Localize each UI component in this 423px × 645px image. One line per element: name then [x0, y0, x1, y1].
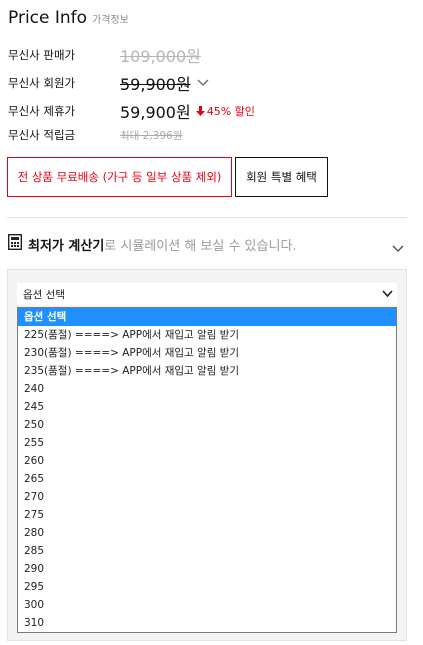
partner-price-label: 무신사 제휴가: [8, 104, 76, 118]
chevron-down-icon[interactable]: [197, 79, 209, 87]
option-item[interactable]: 265: [18, 470, 396, 488]
option-item[interactable]: 255: [18, 434, 396, 452]
divider: [7, 217, 407, 218]
option-item[interactable]: 270: [18, 488, 396, 506]
member-price-label: 무신사 회원가: [8, 76, 76, 90]
chevron-down-icon[interactable]: [392, 238, 404, 257]
option-dropdown-list[interactable]: 옵션 선택 225(품절) ====> APP에서 재입고 알림 받기 230(…: [17, 307, 397, 633]
option-item[interactable]: 240: [18, 380, 396, 398]
points-value: 최대 2,396원: [120, 129, 183, 142]
member-benefit-button[interactable]: 회원 특별 혜택: [235, 157, 328, 197]
discount-badge: 45% 할인: [195, 103, 255, 119]
option-item[interactable]: 310: [18, 614, 396, 632]
chevron-down-icon[interactable]: [382, 289, 393, 301]
option-select[interactable]: 옵션 선택: [17, 283, 397, 305]
free-shipping-button[interactable]: 전 상품 무료배송 (가구 등 일부 상품 제외): [7, 157, 232, 197]
option-item[interactable]: 230(품절) ====> APP에서 재입고 알림 받기: [18, 344, 396, 362]
calculator-description: 로 시뮬레이션 해 보실 수 있습니다.: [104, 238, 297, 254]
member-price-row[interactable]: 무신사 회원가 59,900원: [8, 71, 209, 95]
partner-price-value: 59,900원: [120, 103, 191, 122]
arrow-down-icon: [195, 106, 205, 116]
points-row: 무신사 적립금 최대 2,396원: [8, 127, 182, 143]
option-item[interactable]: 245: [18, 398, 396, 416]
points-label: 무신사 적립금: [8, 128, 76, 142]
partner-price-row: 무신사 제휴가 59,900원 45% 할인: [8, 99, 255, 123]
price-info-header: Price Info 가격정보: [8, 8, 129, 28]
option-item[interactable]: 235(품절) ====> APP에서 재입고 알림 받기: [18, 362, 396, 380]
discount-text: 45% 할인: [206, 105, 255, 118]
option-item[interactable]: 225(품절) ====> APP에서 재입고 알림 받기: [18, 326, 396, 344]
option-item[interactable]: 280: [18, 524, 396, 542]
sale-price-label: 무신사 판매가: [8, 48, 76, 62]
option-item[interactable]: 옵션 선택: [18, 308, 396, 326]
option-item[interactable]: 295: [18, 578, 396, 596]
option-select-value: 옵션 선택: [23, 288, 65, 301]
sale-price-row: 무신사 판매가 109,000원: [8, 43, 201, 67]
option-item[interactable]: 260: [18, 452, 396, 470]
member-price-value: 59,900원: [120, 75, 191, 94]
option-item[interactable]: 275: [18, 506, 396, 524]
option-item[interactable]: 300: [18, 596, 396, 614]
sale-price-value: 109,000원: [120, 47, 201, 66]
option-item[interactable]: 285: [18, 542, 396, 560]
lowest-price-calculator-header[interactable]: 최저가 계산기 로 시뮬레이션 해 보실 수 있습니다.: [7, 233, 408, 257]
calculator-icon: [7, 233, 23, 254]
page-title: Price Info: [8, 8, 88, 28]
calculator-title: 최저가 계산기: [28, 238, 105, 254]
page-subtitle: 가격정보: [92, 15, 129, 26]
option-item[interactable]: 250: [18, 416, 396, 434]
option-item[interactable]: 290: [18, 560, 396, 578]
